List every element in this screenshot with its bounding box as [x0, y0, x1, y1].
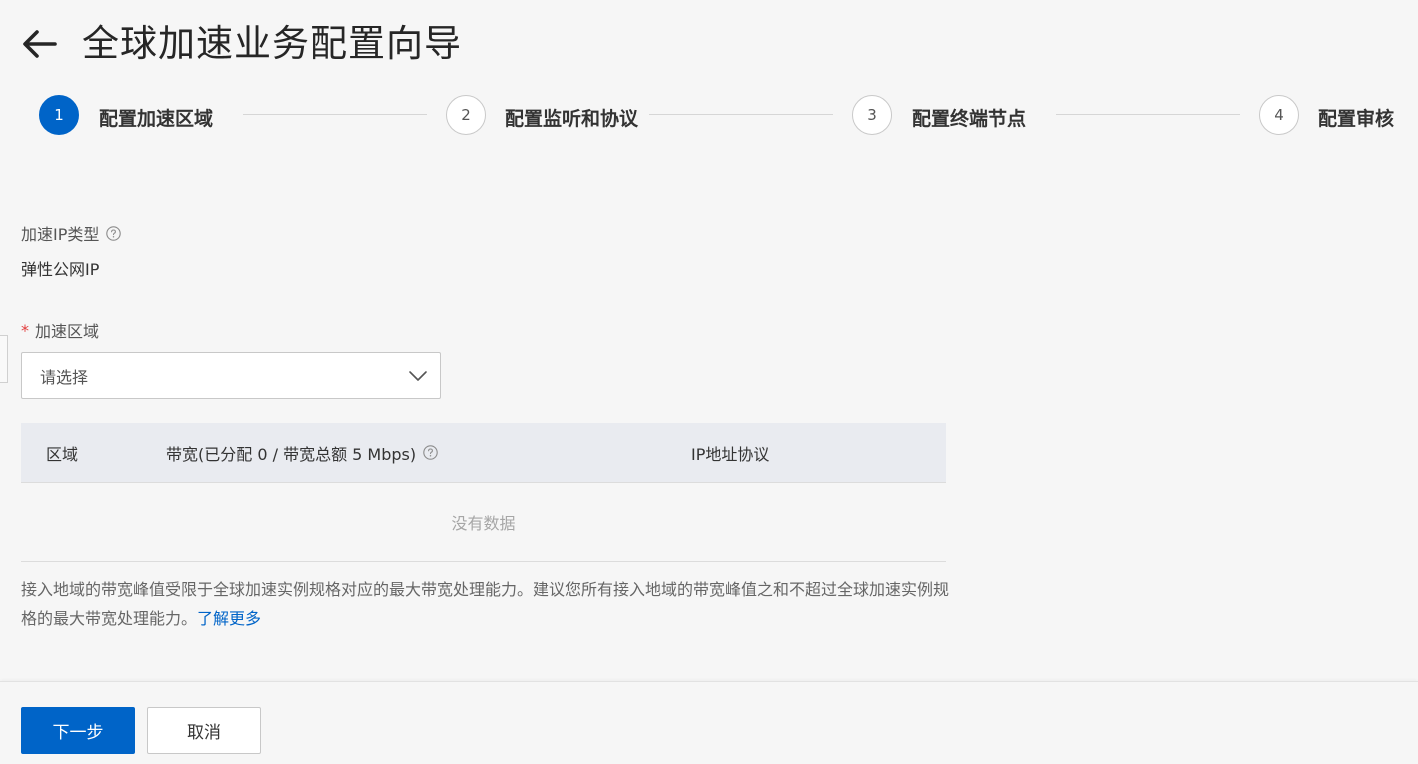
ip-type-value: 弹性公网IP: [21, 260, 100, 279]
column-header-bandwidth: 带宽(已分配 0 / 带宽总额 5 Mbps): [166, 423, 438, 482]
column-header-bandwidth-text: 带宽(已分配 0 / 带宽总额 5 Mbps): [166, 444, 417, 464]
column-header-ip-protocol: IP地址协议: [691, 444, 770, 464]
page-header: 全球加速业务配置向导: [20, 18, 462, 70]
step-connector: [649, 114, 833, 115]
step-2-label: 配置监听和协议: [505, 108, 639, 130]
step-indicator: 1 配置加速区域 2 配置监听和协议 3 配置终端节点 4 配置审核: [0, 95, 1418, 165]
region-select[interactable]: 请选择: [21, 352, 441, 399]
region-label-text: 加速区域: [35, 322, 100, 341]
bandwidth-note-text: 接入地域的带宽峰值受限于全球加速实例规格对应的最大带宽处理能力。建议您所有接入地…: [21, 580, 950, 628]
step-connector: [243, 114, 427, 115]
learn-more-link[interactable]: 了解更多: [197, 609, 261, 628]
step-3-circle: 3: [852, 95, 892, 135]
step-connector: [1056, 114, 1240, 115]
cancel-button[interactable]: 取消: [147, 707, 261, 754]
step-1-label: 配置加速区域: [99, 108, 214, 130]
ip-type-label: 加速IP类型: [21, 221, 122, 245]
column-header-region: 区域: [46, 444, 79, 464]
step-1-circle: 1: [39, 95, 79, 135]
sidebar-toggle-handle[interactable]: [0, 335, 8, 383]
step-3-label: 配置终端节点: [912, 108, 1027, 130]
table-header: 区域 带宽(已分配 0 / 带宽总额 5 Mbps) IP地址协议: [21, 423, 946, 483]
ip-type-label-text: 加速IP类型: [21, 225, 100, 244]
region-select-placeholder: 请选择: [40, 367, 89, 387]
step-4-label: 配置审核: [1318, 108, 1395, 130]
footer-bar: 下一步 取消: [0, 681, 1418, 764]
help-icon[interactable]: [423, 445, 438, 460]
bandwidth-note: 接入地域的带宽峰值受限于全球加速实例规格对应的最大带宽处理能力。建议您所有接入地…: [21, 575, 951, 633]
help-icon[interactable]: [106, 225, 122, 241]
step-4-circle: 4: [1259, 95, 1299, 135]
table-empty-state: 没有数据: [21, 483, 946, 562]
page-title: 全球加速业务配置向导: [82, 22, 462, 65]
chevron-down-icon: [409, 371, 427, 381]
region-label: * 加速区域: [21, 318, 99, 342]
step-2-circle: 2: [446, 95, 486, 135]
region-table: 区域 带宽(已分配 0 / 带宽总额 5 Mbps) IP地址协议 没有数据: [21, 423, 946, 562]
required-marker: *: [21, 320, 29, 340]
back-arrow-icon[interactable]: [20, 24, 60, 64]
next-step-button[interactable]: 下一步: [21, 707, 135, 754]
